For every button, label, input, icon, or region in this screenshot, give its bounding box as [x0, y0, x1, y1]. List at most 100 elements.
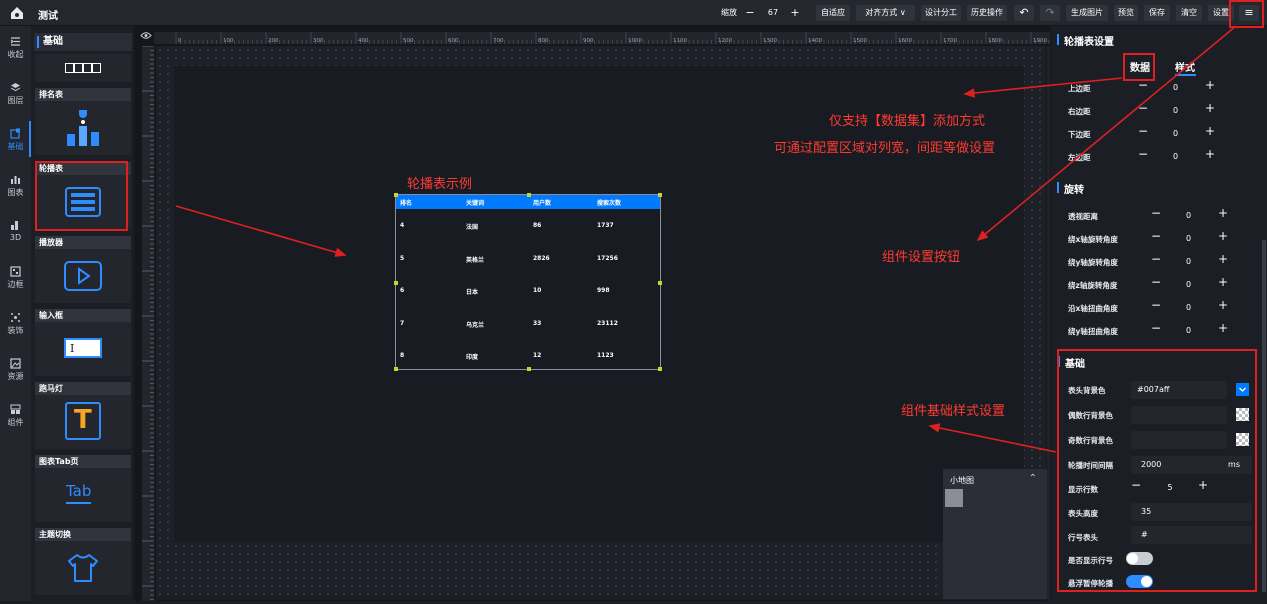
- table-cell: 日本: [466, 289, 479, 296]
- nav-collapse[interactable]: 收起: [0, 36, 31, 60]
- carousel-settings-title: 轮播表设置: [1057, 33, 1114, 48]
- stepper-value[interactable]: 0: [1186, 280, 1191, 289]
- fit-button[interactable]: 自适应: [816, 5, 850, 21]
- history-button[interactable]: 历史操作: [967, 5, 1007, 21]
- nav-resource[interactable]: 资源: [0, 358, 31, 382]
- increment-button[interactable]: +: [1218, 252, 1228, 266]
- cursor-glyph: I: [70, 342, 75, 355]
- component-card-theme[interactable]: 主题切换: [35, 528, 131, 595]
- increment-button[interactable]: +: [1218, 206, 1228, 220]
- nav-decoration[interactable]: 装饰: [0, 312, 31, 336]
- stepper-value[interactable]: 0: [1173, 152, 1178, 161]
- decrement-button[interactable]: −: [1138, 101, 1148, 115]
- carousel-table-example[interactable]: 排名 关键词 用户数 搜索次数 4 法国 86 1737 5 英格兰 2826 17256 6 日本 10 9…: [394, 193, 662, 371]
- generate-image-button[interactable]: 生成图片: [1066, 5, 1108, 21]
- nav-layers[interactable]: 图层: [0, 82, 31, 106]
- stepper-value[interactable]: 0: [1173, 106, 1178, 115]
- nav-component[interactable]: 组件: [0, 404, 31, 428]
- zoom-value[interactable]: 67: [762, 5, 784, 21]
- minimap[interactable]: 小地图 ⌃: [943, 469, 1047, 599]
- resize-handle[interactable]: [527, 367, 531, 371]
- eye-icon[interactable]: [140, 31, 152, 40]
- decrement-button[interactable]: −: [1151, 229, 1161, 243]
- design-division-button[interactable]: 设计分工: [921, 5, 961, 21]
- nav-3d[interactable]: 3D: [0, 220, 31, 242]
- resize-handle[interactable]: [394, 281, 398, 285]
- card-preview: T: [35, 395, 131, 449]
- nav-label: 组件: [7, 418, 24, 427]
- nav-chart[interactable]: 图表: [0, 174, 31, 198]
- highlight-menu-button: [1229, 0, 1264, 28]
- decrement-button[interactable]: −: [1151, 252, 1161, 266]
- zoom-in-button[interactable]: +: [789, 5, 801, 21]
- component-card-ranking[interactable]: 排名表: [35, 88, 131, 155]
- resize-handle[interactable]: [658, 281, 662, 285]
- component-card-partial[interactable]: [35, 54, 131, 82]
- increment-button[interactable]: +: [1205, 78, 1215, 92]
- left-nav: 收起 图层 基础 图表 3D 边框 装饰 资源 组件: [0, 26, 31, 601]
- setting-label: 绕x轴旋转角度: [1068, 235, 1118, 244]
- ruler-tick-label: 600: [448, 38, 459, 44]
- component-card-marquee[interactable]: 跑马灯 T: [35, 382, 131, 449]
- increment-button[interactable]: +: [1205, 101, 1215, 115]
- zoom-out-button[interactable]: −: [744, 5, 756, 21]
- redo-button[interactable]: ↷: [1040, 5, 1060, 21]
- table-cell: 17256: [597, 254, 618, 262]
- resize-handle[interactable]: [658, 193, 662, 197]
- zoom-label: 缩放: [721, 8, 737, 17]
- setting-label: 左边距: [1068, 153, 1091, 162]
- home-icon[interactable]: [9, 5, 25, 21]
- preview-button[interactable]: 预览: [1114, 5, 1138, 21]
- bars-icon: [65, 63, 101, 73]
- component-card-player[interactable]: 播放器: [35, 236, 131, 303]
- increment-button[interactable]: +: [1218, 229, 1228, 243]
- nav-basic[interactable]: 基础: [0, 128, 31, 152]
- card-preview: [35, 54, 131, 82]
- highlight-data-tab: [1123, 53, 1155, 81]
- clear-button[interactable]: 清空: [1176, 5, 1202, 21]
- tab-style[interactable]: 样式: [1175, 59, 1195, 74]
- decrement-button[interactable]: −: [1151, 206, 1161, 220]
- save-button[interactable]: 保存: [1144, 5, 1170, 21]
- resize-handle[interactable]: [394, 193, 398, 197]
- decrement-button[interactable]: −: [1138, 124, 1148, 138]
- decrement-button[interactable]: −: [1151, 275, 1161, 289]
- increment-button[interactable]: +: [1205, 124, 1215, 138]
- stepper-value[interactable]: 0: [1173, 129, 1178, 138]
- horizontal-scrollbar[interactable]: [156, 596, 1046, 600]
- undo-button[interactable]: ↶: [1014, 5, 1034, 21]
- component-card-tab[interactable]: 图表Tab页 Tab: [35, 455, 131, 522]
- resize-handle[interactable]: [394, 367, 398, 371]
- decrement-button[interactable]: −: [1151, 321, 1161, 335]
- increment-button[interactable]: +: [1218, 275, 1228, 289]
- table-cell: 998: [597, 287, 610, 294]
- ruler-tick-label: 200: [268, 38, 279, 44]
- setting-label: 绕y轴旋转角度: [1068, 258, 1118, 267]
- nav-label: 边框: [7, 280, 24, 289]
- stepper-value[interactable]: 0: [1186, 211, 1191, 220]
- stepper-value[interactable]: 0: [1173, 83, 1178, 92]
- component-card-input[interactable]: 输入框 I: [35, 309, 131, 376]
- decrement-button[interactable]: −: [1151, 298, 1161, 312]
- table-cell: 8: [400, 352, 405, 359]
- chevron-up-icon[interactable]: ⌃: [1029, 473, 1037, 484]
- table-cell: 关键词: [466, 200, 485, 207]
- annotation-basic-style: 组件基础样式设置: [901, 404, 1006, 419]
- resize-handle[interactable]: [527, 193, 531, 197]
- nav-label: 图层: [7, 96, 24, 105]
- stepper-value[interactable]: 0: [1186, 303, 1191, 312]
- ruler-tick-label: 1200: [718, 38, 732, 44]
- nav-border[interactable]: 边框: [0, 266, 31, 290]
- minimap-viewport[interactable]: [945, 489, 963, 507]
- align-dropdown[interactable]: 对齐方式 ∨: [856, 5, 915, 21]
- ruler-tick-label: 1400: [808, 38, 822, 44]
- increment-button[interactable]: +: [1205, 147, 1215, 161]
- increment-button[interactable]: +: [1218, 298, 1228, 312]
- resize-handle[interactable]: [658, 367, 662, 371]
- decrement-button[interactable]: −: [1138, 147, 1148, 161]
- increment-button[interactable]: +: [1218, 321, 1228, 335]
- settings-scrollbar[interactable]: [1262, 240, 1266, 592]
- stepper-value[interactable]: 0: [1186, 257, 1191, 266]
- stepper-value[interactable]: 0: [1186, 234, 1191, 243]
- stepper-value[interactable]: 0: [1186, 326, 1191, 335]
